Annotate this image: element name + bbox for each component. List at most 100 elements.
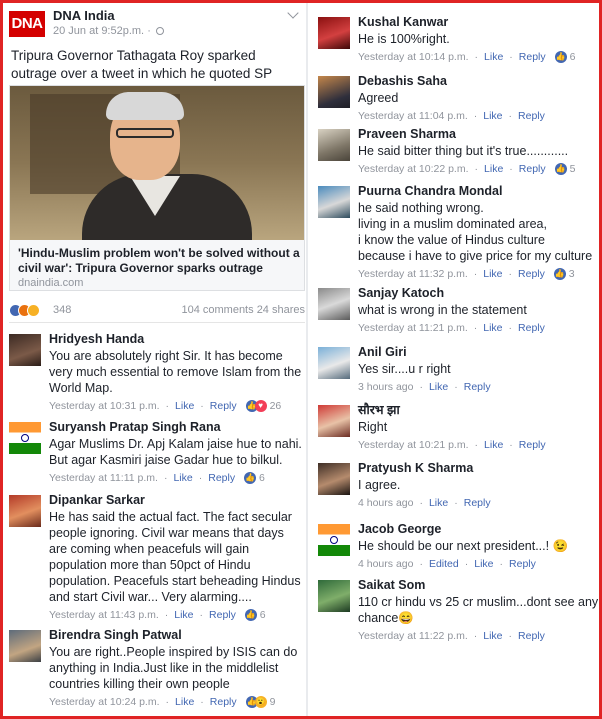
commenter-name[interactable]: Hridyesh Handa (49, 332, 305, 347)
reaction-count[interactable]: 9 (270, 696, 276, 708)
commenter-name[interactable]: Anil Giri (358, 345, 599, 360)
commenter-name[interactable]: सौरभ झा (358, 403, 599, 418)
reply-button[interactable]: Reply (509, 558, 536, 570)
like-button[interactable]: Like (174, 609, 193, 621)
link-preview-card[interactable]: 'Hindu-Muslim problem won't be solved wi… (9, 85, 305, 291)
like-button[interactable]: Like (483, 630, 502, 642)
reaction-count[interactable]: 6 (570, 51, 576, 63)
comment-timestamp[interactable]: Yesterday at 11:32 p.m. (358, 268, 468, 280)
reply-button[interactable]: Reply (518, 110, 545, 122)
comment-timestamp[interactable]: Yesterday at 10:31 p.m. (49, 400, 160, 412)
reply-button[interactable]: Reply (519, 51, 546, 63)
avatar[interactable] (318, 347, 350, 379)
reaction-count[interactable]: 6 (260, 609, 266, 621)
comment-timestamp[interactable]: 3 hours ago (358, 381, 413, 393)
post-column: DNA DNA India 20 Jun at 9:52p.m. · Tripu… (3, 3, 305, 716)
comment-timestamp[interactable]: 4 hours ago (358, 558, 413, 570)
comment-text: Yes sir....u r right (358, 362, 451, 376)
avatar[interactable] (318, 405, 350, 437)
edited-label[interactable]: Edited (429, 558, 459, 570)
comments-count-link[interactable]: 104 comments (181, 304, 253, 316)
commenter-name[interactable]: Kushal Kanwar (358, 15, 599, 30)
like-button[interactable]: Like (483, 110, 502, 122)
like-button[interactable]: Like (484, 439, 503, 451)
reply-button[interactable]: Reply (208, 472, 235, 484)
reaction-count[interactable]: 26 (270, 400, 282, 412)
comment-meta: Yesterday at 11:21 p.m. · Like · Reply (358, 322, 545, 334)
avatar[interactable] (9, 495, 41, 527)
commenter-name[interactable]: Suryansh Pratap Singh Rana (49, 420, 305, 435)
comment-meta: 3 hours ago · Like · Reply (358, 381, 491, 393)
comment-text: Agreed (358, 91, 399, 105)
comment-timestamp[interactable]: 4 hours ago (358, 497, 413, 509)
commenter-name[interactable]: Sanjay Katoch (358, 286, 599, 301)
commenter-name[interactable]: Birendra Singh Patwal (49, 628, 305, 643)
avatar[interactable] (318, 463, 350, 495)
avatar[interactable] (318, 524, 350, 556)
like-button[interactable]: Like (173, 472, 192, 484)
globe-icon (155, 27, 164, 36)
like-button[interactable]: Like (175, 400, 194, 412)
comment-timestamp[interactable]: Yesterday at 11:21 p.m. (358, 322, 468, 334)
comment-timestamp[interactable]: Yesterday at 11:11 p.m. (49, 472, 158, 484)
like-button[interactable]: Like (175, 696, 194, 708)
comment-timestamp[interactable]: Yesterday at 10:21 p.m. (358, 439, 469, 451)
like-button[interactable]: Like (474, 558, 493, 570)
avatar[interactable] (318, 129, 350, 161)
avatar[interactable] (318, 580, 350, 612)
reaction-count[interactable]: 3 (569, 268, 575, 280)
commenter-name[interactable]: Debashis Saha (358, 74, 599, 89)
comment-timestamp[interactable]: Yesterday at 11:43 p.m. (49, 609, 159, 621)
link-preview-image[interactable] (10, 86, 304, 240)
love-reaction-icon: ♥ (254, 400, 267, 413)
reply-button[interactable]: Reply (518, 630, 545, 642)
reaction-count[interactable]: 5 (570, 163, 576, 175)
commenter-name[interactable]: Dipankar Sarkar (49, 493, 305, 508)
reaction-count[interactable]: 348 (53, 304, 71, 316)
like-button[interactable]: Like (484, 51, 503, 63)
reply-button[interactable]: Reply (209, 609, 236, 621)
commenter-name[interactable]: Pratyush K Sharma (358, 461, 599, 476)
reaction-icons[interactable] (9, 304, 40, 318)
timestamp-text[interactable]: 20 Jun at 9:52p.m. (53, 25, 144, 37)
comment-timestamp[interactable]: Yesterday at 10:22 p.m. (358, 163, 469, 175)
avatar[interactable] (9, 334, 41, 366)
like-button[interactable]: Like (483, 322, 502, 334)
like-button[interactable]: Like (484, 163, 503, 175)
link-title[interactable]: 'Hindu-Muslim problem won't be solved wi… (18, 246, 300, 276)
reply-button[interactable]: Reply (518, 322, 545, 334)
commenter-name[interactable]: Saikat Som (358, 578, 599, 593)
reply-button[interactable]: Reply (210, 696, 237, 708)
page-name-link[interactable]: DNA India (53, 8, 115, 23)
comment-timestamp[interactable]: Yesterday at 11:04 p.m. (358, 110, 468, 122)
like-button[interactable]: Like (429, 381, 448, 393)
post-timestamp[interactable]: 20 Jun at 9:52p.m. · (53, 25, 164, 37)
commenter-name[interactable]: Puurna Chandra Mondal (358, 184, 599, 199)
reply-button[interactable]: Reply (519, 163, 546, 175)
comment-meta: Yesterday at 11:22 p.m. · Like · Reply (358, 630, 545, 642)
reply-button[interactable]: Reply (518, 268, 545, 280)
reply-button[interactable]: Reply (464, 381, 491, 393)
avatar[interactable] (318, 76, 350, 108)
avatar[interactable] (318, 17, 350, 49)
avatar[interactable] (9, 630, 41, 662)
shares-count-link[interactable]: 24 shares (257, 304, 305, 316)
dna-india-logo[interactable]: DNA (9, 11, 45, 37)
commenter-name[interactable]: Praveen Sharma (358, 127, 599, 142)
comment-timestamp[interactable]: Yesterday at 10:14 p.m. (358, 51, 469, 63)
like-reaction-icon: 👍 (553, 268, 566, 281)
comment-timestamp[interactable]: Yesterday at 10:24 p.m. (49, 696, 160, 708)
reply-button[interactable]: Reply (464, 497, 491, 509)
like-button[interactable]: Like (429, 497, 448, 509)
commenter-name[interactable]: Jacob George (358, 522, 599, 537)
avatar[interactable] (318, 186, 350, 218)
avatar[interactable] (9, 422, 41, 454)
reply-button[interactable]: Reply (519, 439, 546, 451)
avatar[interactable] (318, 288, 350, 320)
chevron-down-icon[interactable] (287, 7, 299, 19)
comment-text: You are absolutely right Sir. It has bec… (49, 349, 302, 395)
comment-timestamp[interactable]: Yesterday at 11:22 p.m. (358, 630, 468, 642)
like-button[interactable]: Like (483, 268, 502, 280)
reaction-count[interactable]: 6 (259, 472, 265, 484)
reply-button[interactable]: Reply (210, 400, 237, 412)
